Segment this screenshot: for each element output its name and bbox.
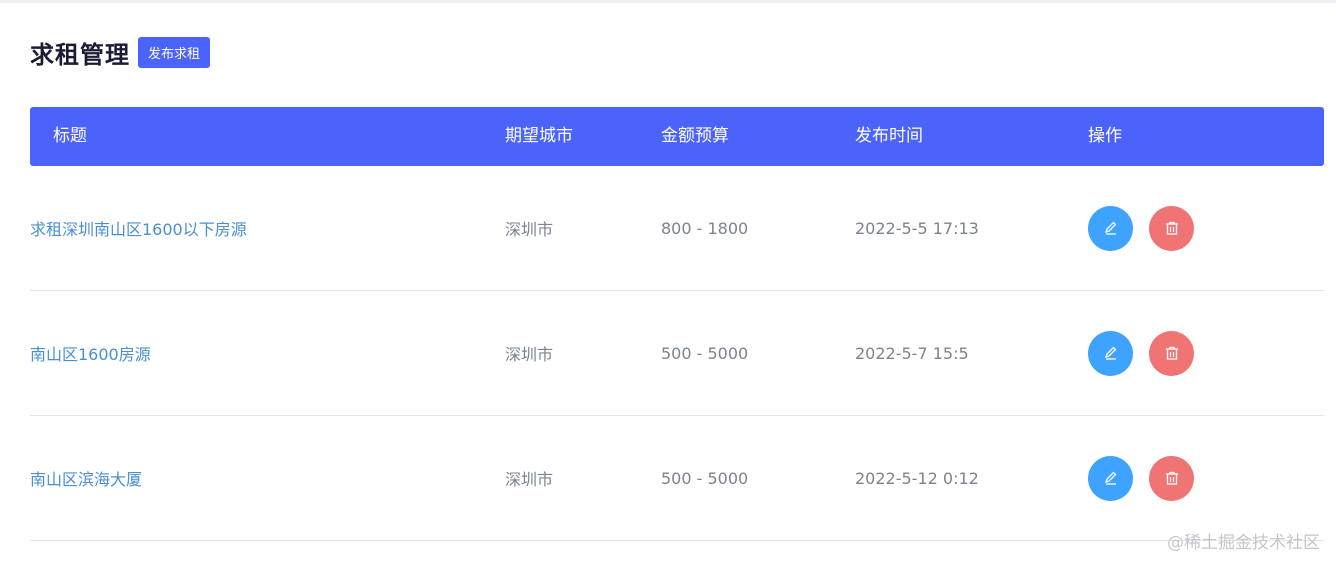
- column-header-city: 期望城市: [505, 126, 573, 146]
- publish-rent-request-button[interactable]: 发布求租: [138, 37, 211, 68]
- row-title-link[interactable]: 南山区滨海大厦: [30, 466, 142, 490]
- row-title-link[interactable]: 求租深圳南山区1600以下房源: [30, 216, 247, 240]
- pencil-icon: [1104, 221, 1116, 235]
- edit-button[interactable]: [1088, 205, 1133, 251]
- pencil-icon: [1104, 471, 1116, 485]
- table-row: 求租深圳南山区1600以下房源 深圳市 800 - 1800 2022-5-5 …: [30, 166, 1324, 291]
- delete-button[interactable]: [1149, 205, 1194, 251]
- column-header-budget: 金额预算: [661, 126, 729, 146]
- row-city: 深圳市: [505, 220, 554, 239]
- table-header: 标题 期望城市 金额预算 发布时间 操作: [30, 107, 1324, 166]
- trash-icon: [1165, 221, 1178, 235]
- row-time: 2022-5-12 0:12: [855, 468, 979, 488]
- delete-button[interactable]: [1149, 330, 1194, 376]
- row-budget: 500 - 5000: [661, 468, 749, 488]
- column-header-actions: 操作: [1088, 126, 1122, 146]
- pencil-icon: [1104, 346, 1116, 360]
- table-row: 南山区1600房源 深圳市 500 - 5000 2022-5-7 15:5: [30, 291, 1324, 416]
- watermark: @稀土掘金技术社区: [1167, 533, 1320, 553]
- page-header: 求租管理 发布求租: [30, 35, 211, 70]
- row-budget: 800 - 1800: [661, 218, 749, 238]
- table-row: 南山区滨海大厦 深圳市 500 - 5000 2022-5-12 0:12: [30, 416, 1324, 541]
- row-title-link[interactable]: 南山区1600房源: [30, 341, 151, 365]
- column-header-time: 发布时间: [855, 126, 923, 146]
- row-time: 2022-5-5 17:13: [855, 218, 979, 238]
- row-city: 深圳市: [505, 470, 554, 489]
- edit-button[interactable]: [1088, 330, 1133, 376]
- column-header-title: 标题: [53, 126, 87, 146]
- row-time: 2022-5-7 15:5: [855, 343, 969, 363]
- row-city: 深圳市: [505, 345, 554, 364]
- page-title: 求租管理: [30, 41, 130, 69]
- edit-button[interactable]: [1088, 455, 1133, 501]
- delete-button[interactable]: [1149, 455, 1194, 501]
- trash-icon: [1165, 346, 1178, 360]
- top-divider: [0, 0, 1336, 3]
- row-budget: 500 - 5000: [661, 343, 749, 363]
- rent-request-table: 标题 期望城市 金额预算 发布时间 操作 求租深圳南山区1600以下房源 深圳市…: [30, 107, 1324, 541]
- trash-icon: [1165, 471, 1178, 485]
